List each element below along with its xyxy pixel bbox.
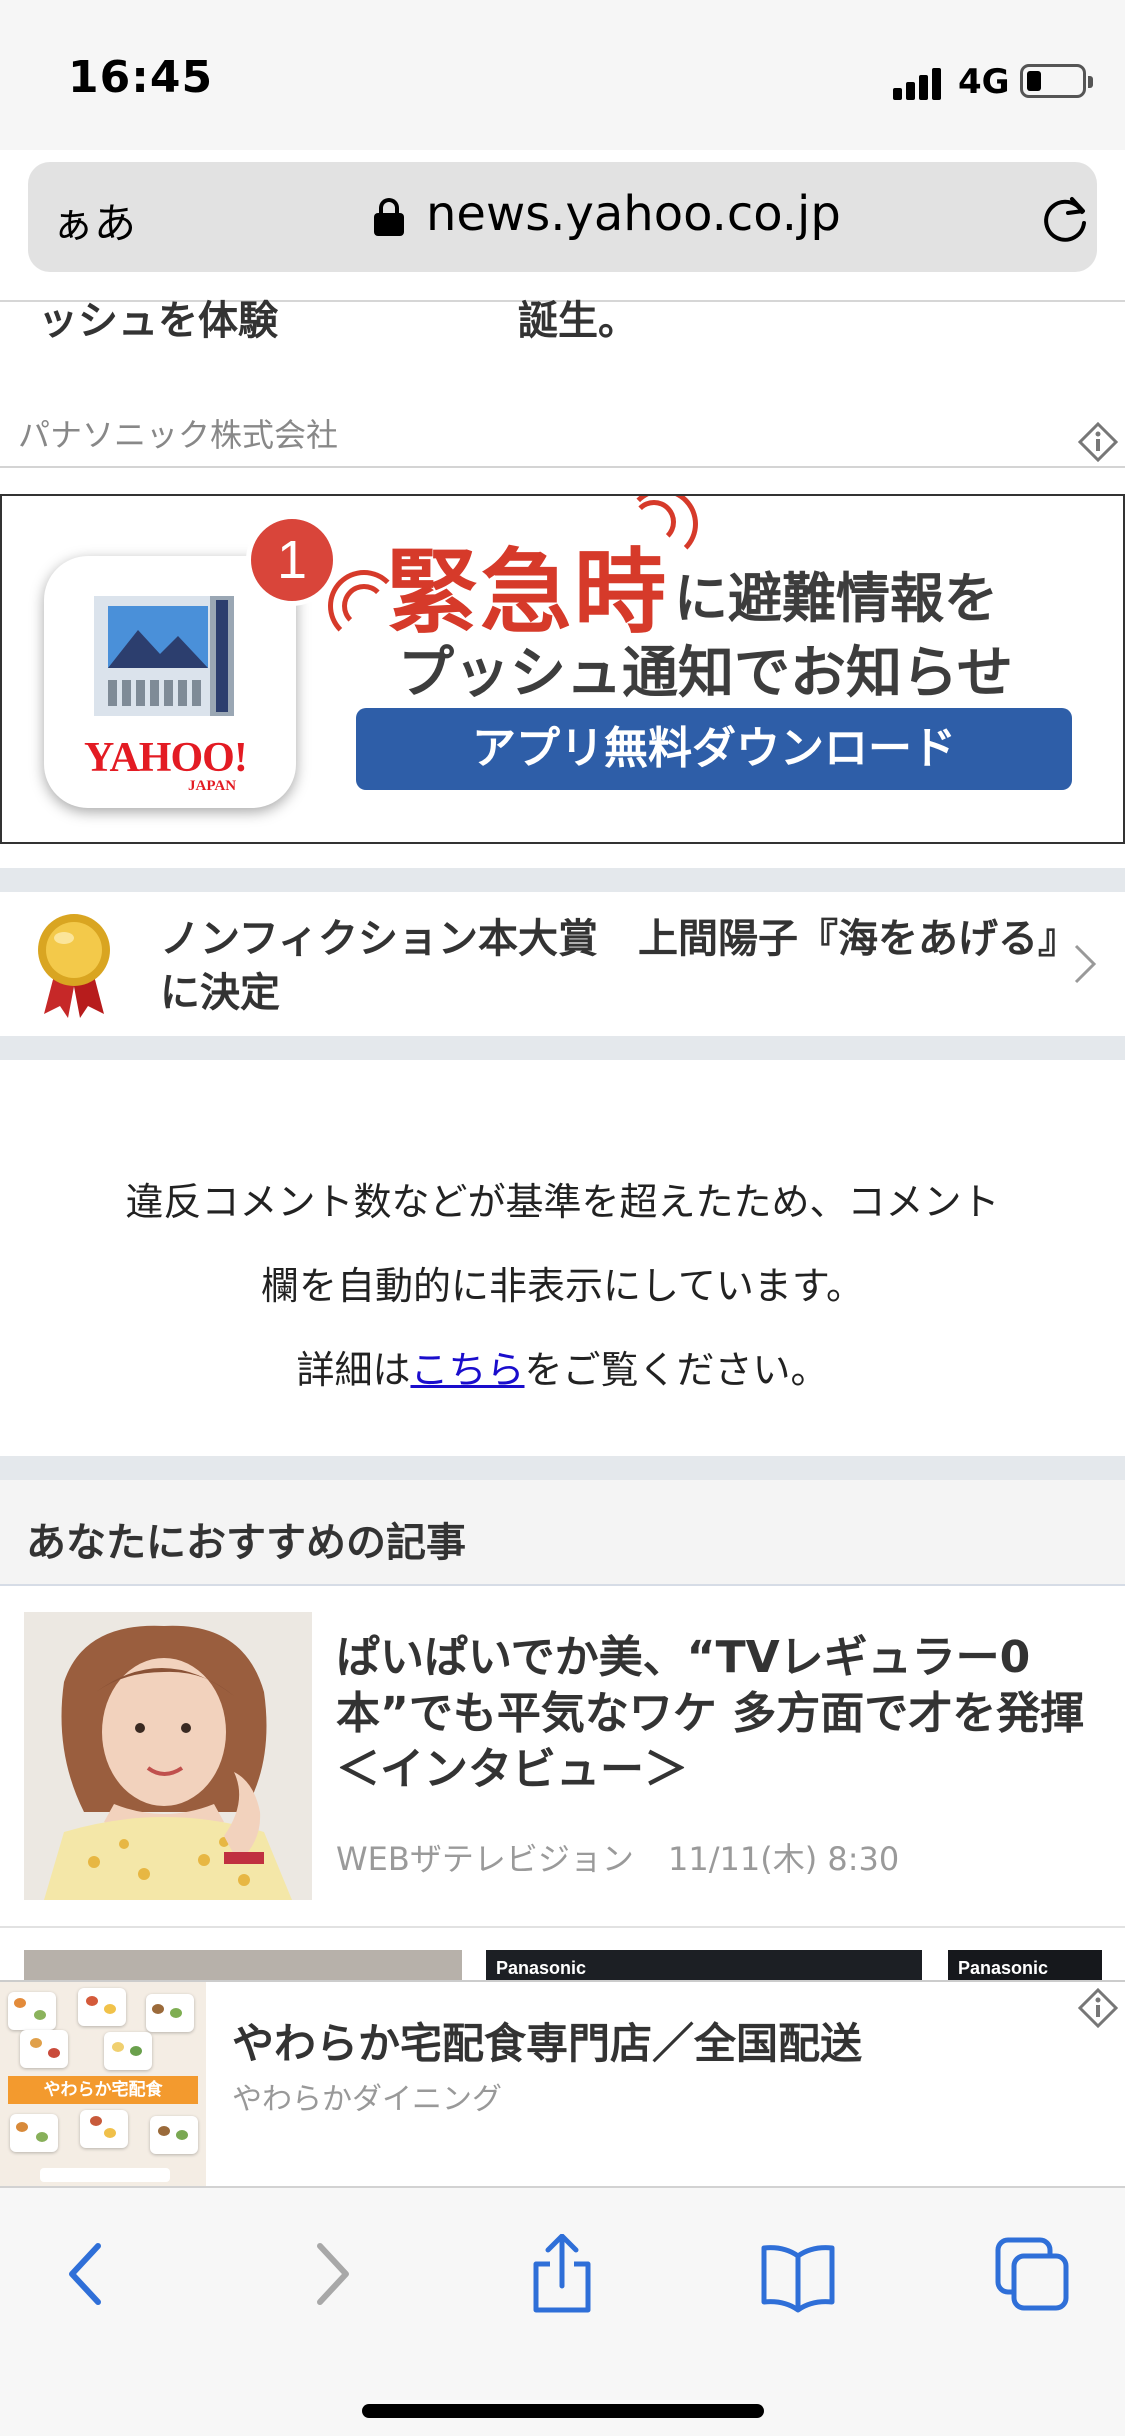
home-indicator[interactable] bbox=[362, 2404, 764, 2418]
carousel-item[interactable] bbox=[24, 1950, 462, 1980]
battery-level bbox=[1027, 71, 1041, 91]
promo-title-line1: に避難情報を bbox=[674, 567, 998, 630]
promo-title-line2: プッシュ通知でお知らせ bbox=[398, 641, 1013, 706]
ad-info-icon[interactable] bbox=[1078, 1988, 1118, 2028]
carousel-label: Panasonic bbox=[496, 1958, 587, 1978]
article-thumbnail[interactable] bbox=[24, 1612, 312, 1900]
award-news-title[interactable]: ノンフィクション本大賞 上間陽子『海をあげる』に決定 bbox=[160, 912, 1060, 1020]
yahoo-logo-sub: JAPAN bbox=[188, 778, 237, 794]
divider bbox=[0, 466, 1125, 468]
notice-line: 詳細はこちらをご覧ください。 bbox=[296, 1348, 829, 1392]
url-text[interactable]: news.yahoo.co.jp bbox=[426, 186, 841, 242]
carousel-item[interactable]: Panasonic bbox=[948, 1950, 1102, 1980]
bookmarks-icon[interactable] bbox=[758, 2234, 838, 2314]
carousel-item[interactable]: Panasonic bbox=[486, 1950, 922, 1980]
article-date: 11/11(木) 8:30 bbox=[668, 1840, 900, 1878]
yahoo-logo: YAHOO! bbox=[84, 735, 248, 781]
recommended-section-header: あなたにおすすめの記事 bbox=[0, 1480, 1125, 1586]
section-separator bbox=[0, 1036, 1125, 1060]
back-icon[interactable] bbox=[48, 2234, 128, 2314]
article-fragment-right[interactable]: 誕生。 bbox=[518, 288, 638, 346]
notice-line: 違反コメント数などが基準を超えたため、コメント bbox=[125, 1180, 1000, 1224]
battery-icon bbox=[1020, 64, 1093, 98]
ad-image-banner: やわらか宅配食 bbox=[8, 2076, 198, 2104]
browser-toolbar bbox=[0, 2186, 1125, 2436]
ad-image[interactable]: やわらか宅配食 bbox=[0, 1982, 206, 2188]
section-title: あなたにおすすめの記事 bbox=[26, 1520, 466, 1566]
ad-title[interactable]: やわらか宅配食専門店／全国配送 bbox=[232, 2010, 862, 2071]
sponsor-label: パナソニック株式会社 bbox=[18, 416, 339, 454]
lock-icon bbox=[374, 198, 404, 236]
app-promo-banner[interactable]: YAHOO! JAPAN 1 緊急時 に避難情報を プッシュ通知でお知らせ アプ… bbox=[0, 494, 1125, 844]
award-news-link[interactable]: ノンフィクション本大賞 上間陽子『海をあげる』に決定 bbox=[0, 892, 1125, 1034]
news-icon bbox=[94, 596, 234, 716]
recommended-article[interactable]: ぱいぱいでか美、“TVレギュラー0本”でも平気なワケ 多方面で才を発揮＜インタビ… bbox=[0, 1588, 1125, 1928]
carousel-label: Panasonic bbox=[958, 1958, 1049, 1978]
details-link[interactable]: こちら bbox=[410, 1348, 524, 1392]
share-icon[interactable] bbox=[522, 2234, 602, 2314]
network-type: 4G bbox=[958, 62, 1010, 102]
cellular-signal-icon bbox=[893, 66, 943, 100]
status-bar: 16:45 4G bbox=[0, 0, 1125, 150]
article-source: WEBザテレビジョン bbox=[336, 1840, 634, 1878]
reload-icon[interactable] bbox=[1038, 190, 1094, 246]
article-fragment-left[interactable]: ッシュを体験 bbox=[38, 288, 278, 346]
chevron-right-icon bbox=[1074, 944, 1097, 984]
status-time: 16:45 bbox=[68, 52, 214, 103]
forward-icon[interactable] bbox=[290, 2234, 370, 2314]
address-bar[interactable]: ぁあ news.yahoo.co.jp bbox=[28, 162, 1097, 272]
notification-badge: 1 bbox=[246, 514, 338, 606]
comment-hidden-notice: 違反コメント数などが基準を超えたため、コメント 欄を自動的に非表示にしています。… bbox=[0, 1060, 1125, 1456]
article-meta: WEBザテレビジョン 11/11(木) 8:30 bbox=[336, 1834, 923, 1880]
section-separator bbox=[0, 1456, 1125, 1480]
section-separator bbox=[0, 868, 1125, 892]
download-app-button[interactable]: アプリ無料ダウンロード bbox=[356, 708, 1072, 790]
tabs-icon[interactable] bbox=[992, 2234, 1072, 2314]
article-headline[interactable]: ぱいぱいでか美、“TVレギュラー0本”でも平気なワケ 多方面で才を発揮＜インタビ… bbox=[336, 1630, 1106, 1798]
medal-icon bbox=[38, 914, 110, 1018]
bottom-ad-banner[interactable]: やわらか宅配食 やわらか宅配食専門店／全国配送 やわらかダイニング bbox=[0, 1980, 1125, 2188]
ad-info-icon[interactable] bbox=[1078, 422, 1118, 462]
notice-line: 欄を自動的に非表示にしています。 bbox=[260, 1264, 865, 1308]
ad-advertiser: やわらかダイニング bbox=[232, 2082, 502, 2117]
reader-options-button[interactable]: ぁあ bbox=[52, 190, 136, 251]
yahoo-news-app-icon: YAHOO! JAPAN bbox=[44, 556, 296, 808]
